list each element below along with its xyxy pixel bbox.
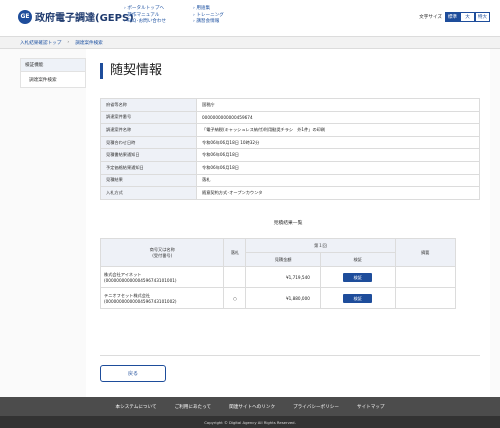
col-remarks: 摘要 <box>394 238 457 267</box>
footer-links: 本システムについて ご利用にあたって 関連サイトへのリンク プライバシーポリシー… <box>0 397 500 416</box>
info-value: 0000000000000459674 <box>196 110 480 125</box>
footer-link-terms[interactable]: ご利用にあたって <box>175 404 212 410</box>
font-size-switcher: 文字サイズ 標準 大 特大 <box>419 12 490 22</box>
award-mark <box>223 266 247 288</box>
info-value: 「電子納税(キャッシュレス納付)利用勧奨チラシ 外1件」の印刷 <box>196 123 480 137</box>
header-nav-right: 用語集 トレーニング 講習会情報 <box>193 6 224 26</box>
copyright: Copyright © Digital Agency All Rights Re… <box>0 416 500 428</box>
faq-link[interactable]: FAQ･お問い合わせ <box>124 19 166 26</box>
col-company-name: 商号又は名称 (受付番号) <box>99 238 225 267</box>
info-label: 見積合わせ日時 <box>100 135 197 150</box>
info-value: 令和06年06月18日 <box>196 160 480 175</box>
col-verify: 検証 <box>319 252 396 267</box>
footer-link-related[interactable]: 関連サイトへのリンク <box>229 404 275 410</box>
font-size-label: 文字サイズ <box>419 15 442 20</box>
sidebar: 検証機能 調達案件検索 <box>20 58 86 88</box>
header-nav-left: ポータルトップへ 操作マニュアル FAQ･お問い合わせ <box>124 6 166 26</box>
info-label: 予定価格結果通知日 <box>100 160 197 175</box>
company-cell: テニオフセット株式会社 (00000000000004596743101002) <box>99 287 225 309</box>
footer-link-about[interactable]: 本システムについて <box>116 404 157 410</box>
verify-cell: 検証 <box>319 266 396 288</box>
info-row: 予定価格結果通知日 令和06年06月18日 <box>100 160 480 175</box>
geps-logo-icon: GE <box>18 9 32 24</box>
quotation-results-table: 商号又は名称 (受付番号) 落札 第１回 摘要 見積金額 検証 株式会社アイネッ… <box>99 238 457 309</box>
receipt-number: (0000000000000459674310100​1) <box>104 277 177 283</box>
info-label: 府省等名称 <box>100 98 197 112</box>
sidebar-item-case-search[interactable]: 調達案件検索 <box>21 72 85 87</box>
chevron-right-icon: › <box>67 40 70 45</box>
col-round1: 第１回 <box>245 238 396 253</box>
quote-amount: ¥1,880,000 <box>245 287 321 309</box>
info-label: 見積書結果通知日 <box>100 148 197 162</box>
footer-link-privacy[interactable]: プライバシーポリシー <box>293 404 339 410</box>
info-label: 調達案件番号 <box>100 110 197 125</box>
font-size-xlarge-button[interactable]: 特大 <box>475 12 490 22</box>
col-award: 落札 <box>223 238 247 267</box>
company-cell: 株式会社アイネット (0000000000000459674310100​1) <box>99 266 225 288</box>
portal-top-link[interactable]: ポータルトップへ <box>124 6 166 13</box>
results-heading: 見積結果一覧 <box>273 221 303 226</box>
seminar-link[interactable]: 講習会情報 <box>193 19 224 26</box>
info-row: 調達案件名称 「電子納税(キャッシュレス納付)利用勧奨チラシ 外1件」の印刷 <box>100 123 480 137</box>
content-panel: 随契情報 府省等名称 国税庁 調達案件番号 0000000000000459674 調達… <box>86 49 490 397</box>
remarks-cell <box>394 266 457 288</box>
info-label: 調達案件名称 <box>100 123 197 137</box>
remarks-cell <box>394 287 457 309</box>
receipt-number: (00000000000004596743101002) <box>104 298 177 304</box>
page-title: 随契情報 <box>100 63 162 79</box>
company-name: 株式会社アイネット <box>104 271 142 277</box>
back-button[interactable]: 戻る <box>100 365 166 382</box>
award-mark: ○ <box>223 287 247 309</box>
verify-button[interactable]: 検証 <box>343 293 373 303</box>
breadcrumb: 入札結果確認トップ › 調達案件検索 <box>0 36 500 49</box>
info-label: 入札方式 <box>100 186 197 200</box>
info-value: 令和06年06月18日 <box>196 148 480 162</box>
table-row: テニオフセット株式会社 (00000000000004596743101002) ○… <box>99 287 457 309</box>
info-value: 落札 <box>196 173 480 188</box>
font-size-standard-button[interactable]: 標準 <box>445 12 460 22</box>
info-row: 見積合わせ日時 令和06年06月18日 10時32分 <box>100 135 480 150</box>
info-label: 見積結果 <box>100 173 197 188</box>
sidebar-heading: 検証機能 <box>21 59 85 72</box>
info-row: 見積書結果通知日 令和06年06月18日 <box>100 148 480 162</box>
col-amount: 見積金額 <box>245 252 321 267</box>
info-row: 調達案件番号 0000000000000459674 <box>100 110 480 125</box>
table-row: 株式会社アイネット (0000000000000459674310100​1) ¥1… <box>99 266 457 288</box>
contract-info-table: 府省等名称 国税庁 調達案件番号 0000000000000459674 調達案件名称「… <box>100 98 480 200</box>
breadcrumb-case-search[interactable]: 調達案件検索 <box>75 40 103 46</box>
company-name: テニオフセット株式会社 <box>104 292 151 298</box>
info-row: 府省等名称 国税庁 <box>100 98 480 112</box>
breadcrumb-results-top[interactable]: 入札結果確認トップ <box>20 40 61 46</box>
info-value: 国税庁 <box>196 98 480 112</box>
site-header: GE 政府電子調達(GEPS) ポータルトップへ 操作マニュアル FAQ･お問い… <box>0 0 500 36</box>
info-row: 見積結果 落札 <box>100 173 480 188</box>
info-value: 令和06年06月18日 10時32分 <box>196 135 480 150</box>
main-area: 検証機能 調達案件検索 随契情報 府省等名称 国税庁 調達案件番号 000000000… <box>0 49 500 397</box>
info-row: 入札方式 随意契約方式･オープンカウンタ <box>100 186 480 200</box>
font-size-large-button[interactable]: 大 <box>460 12 475 22</box>
info-value: 随意契約方式･オープンカウンタ <box>196 186 480 200</box>
footer-link-sitemap[interactable]: サイトマップ <box>357 404 385 410</box>
quote-amount: ¥1,719,540 <box>245 266 321 288</box>
verify-button[interactable]: 検証 <box>343 272 373 282</box>
site-logo[interactable]: GE 政府電子調達(GEPS) <box>18 9 134 24</box>
site-title: 政府電子調達(GEPS) <box>35 13 134 24</box>
verify-cell: 検証 <box>319 287 396 309</box>
divider <box>100 355 480 356</box>
